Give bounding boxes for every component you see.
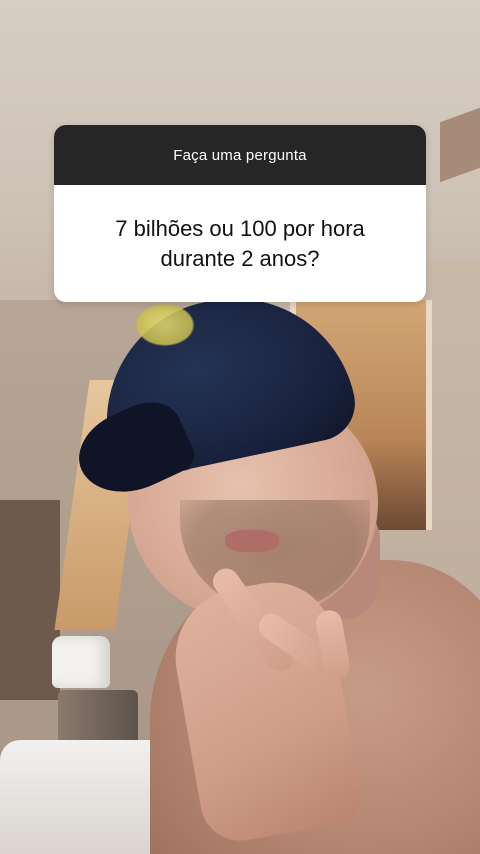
cap-logo-icon [130, 300, 200, 350]
lamp-shade [52, 636, 110, 688]
wall-panel [0, 500, 60, 700]
question-sticker-header: Faça uma pergunta [54, 125, 426, 185]
question-sticker-title: Faça uma pergunta [173, 146, 307, 164]
question-sticker[interactable]: Faça uma pergunta 7 bilhões ou 100 por h… [54, 125, 426, 302]
question-text: 7 bilhões ou 100 por hora durante 2 anos… [115, 215, 365, 271]
question-sticker-body: 7 bilhões ou 100 por hora durante 2 anos… [54, 185, 426, 302]
person-mouth [225, 530, 279, 552]
